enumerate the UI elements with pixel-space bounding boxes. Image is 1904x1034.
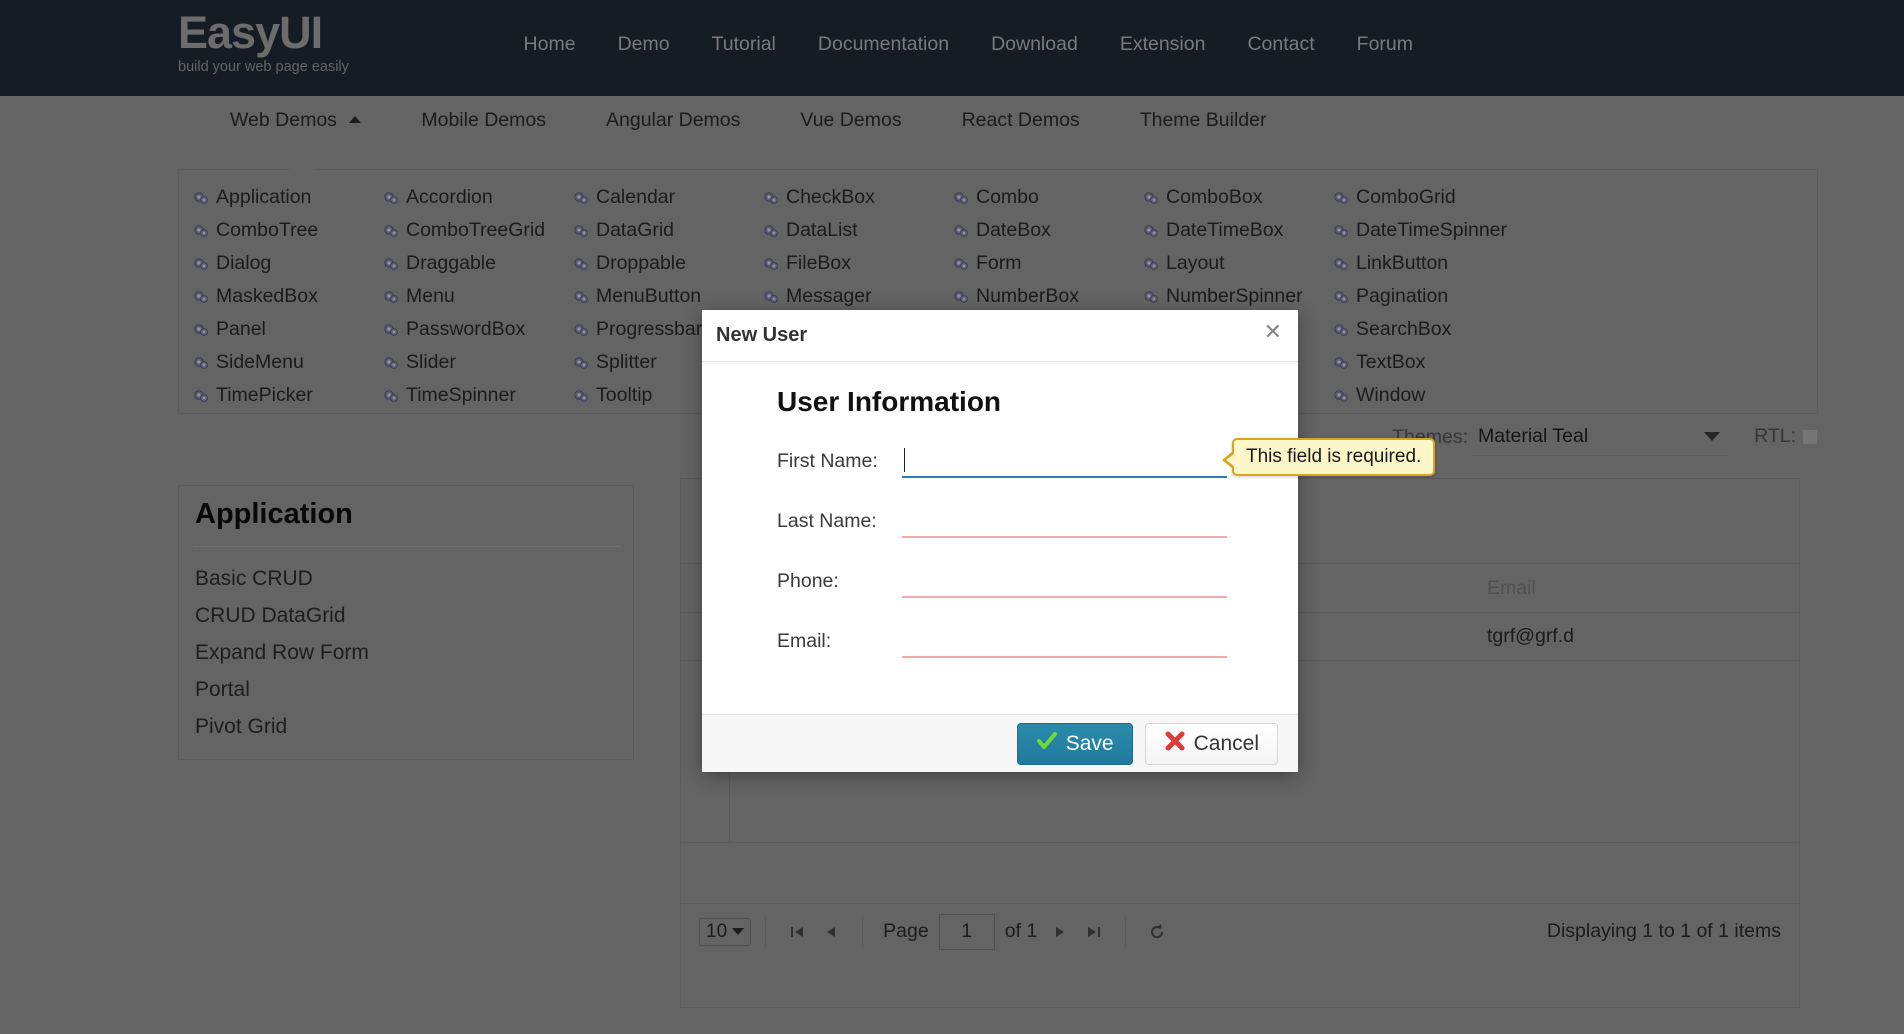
- x-icon: [1164, 730, 1186, 758]
- email-field[interactable]: [902, 626, 1227, 658]
- check-icon: [1036, 730, 1058, 758]
- save-button-label: Save: [1065, 731, 1114, 755]
- new-user-dialog: New User ✕ User Information First Name: …: [702, 310, 1298, 772]
- phone-field[interactable]: [902, 566, 1227, 598]
- dialog-footer: Save Cancel: [702, 714, 1298, 772]
- validation-tooltip: This field is required.: [1221, 438, 1436, 476]
- field-underline-focused: [902, 476, 1227, 478]
- validation-tooltip-text: This field is required.: [1246, 446, 1422, 467]
- text-caret: [904, 448, 905, 472]
- email-label: Email:: [777, 630, 832, 652]
- dialog-heading: User Information: [777, 386, 1002, 417]
- cancel-button[interactable]: Cancel: [1144, 722, 1278, 765]
- field-underline-invalid: [902, 656, 1227, 658]
- phone-label: Phone:: [777, 570, 839, 592]
- field-underline-invalid: [902, 536, 1227, 538]
- last-name-field[interactable]: [902, 506, 1227, 538]
- field-row-first-name: First Name:: [702, 446, 1298, 506]
- first-name-field[interactable]: [902, 446, 1227, 478]
- dialog-body: User Information First Name: Last Name: …: [702, 362, 1298, 714]
- page-root: EasyUI build your web page easily Home D…: [0, 0, 1904, 1034]
- field-row-email: Email:: [702, 626, 1298, 686]
- dialog-title: New User: [716, 324, 808, 346]
- field-row-last-name: Last Name:: [702, 506, 1298, 566]
- dialog-header: New User ✕: [702, 310, 1298, 362]
- cancel-button-label: Cancel: [1193, 731, 1259, 755]
- close-icon[interactable]: ✕: [1264, 322, 1282, 344]
- field-underline-invalid: [902, 596, 1227, 598]
- first-name-label: First Name:: [777, 450, 878, 472]
- field-row-phone: Phone:: [702, 566, 1298, 626]
- save-button[interactable]: Save: [1016, 722, 1133, 765]
- last-name-label: Last Name:: [777, 510, 877, 532]
